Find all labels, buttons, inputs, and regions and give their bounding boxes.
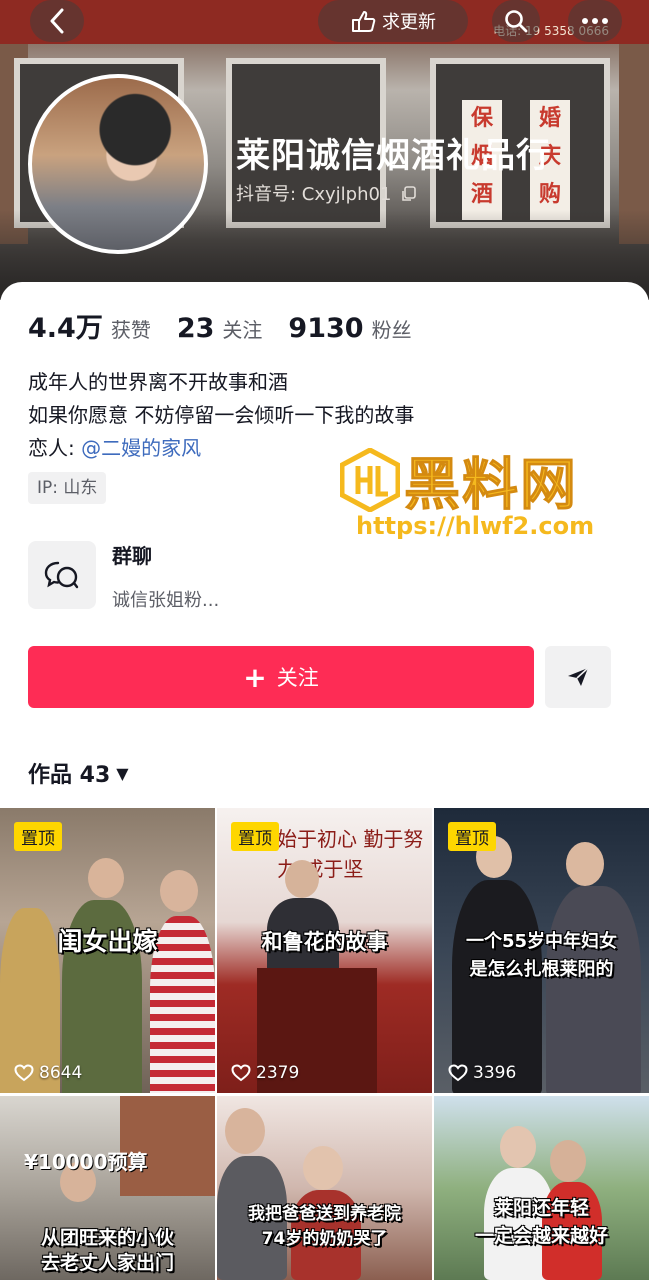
- watermark-logo-icon: [340, 448, 400, 512]
- video-caption: 和鲁花的故事: [261, 930, 388, 954]
- video-likes: 8644: [14, 1063, 82, 1083]
- pinned-badge: 置顶: [14, 822, 62, 851]
- pinned-badge: 置顶: [231, 822, 279, 851]
- request-update-button[interactable]: 求更新: [318, 0, 468, 42]
- avatar[interactable]: [28, 74, 208, 254]
- video-tile[interactable]: 置顶 一个55岁中年妇女 是怎么扎根莱阳的 3396: [434, 808, 649, 1093]
- douyin-id-text: 抖音号: Cxyjlph01: [236, 184, 392, 205]
- bio-line: 成年人的世界离不开故事和酒: [28, 370, 288, 394]
- heart-outline-icon: [448, 1064, 468, 1082]
- back-button[interactable]: [30, 0, 84, 42]
- following-count[interactable]: 23: [177, 313, 215, 344]
- more-dots-icon: [582, 18, 608, 24]
- group-chat-icon: [44, 561, 79, 589]
- follow-button[interactable]: + 关注: [28, 646, 534, 708]
- follow-label: 关注: [276, 666, 319, 690]
- caret-down-icon: ▼: [116, 763, 129, 783]
- followers-count[interactable]: 9130: [288, 313, 363, 344]
- share-button[interactable]: [545, 646, 611, 708]
- video-tile[interactable]: 始于初心 勤于努力 成于坚 置顶 和鲁花的故事 2379: [217, 808, 432, 1093]
- video-likes: 3396: [448, 1063, 516, 1083]
- person-head: [225, 1108, 265, 1154]
- video-caption: 莱阳还年轻 一定会越来越好: [474, 1197, 608, 1247]
- likes-label: 获赞: [110, 318, 151, 342]
- bio-line: 如果你愿意 不妨停留一会倾听一下我的故事: [28, 403, 415, 427]
- stats-row: 4.4万 获赞 23 关注 9130 粉丝: [28, 306, 438, 345]
- more-button[interactable]: [568, 0, 622, 42]
- profile-name: 莱阳诚信烟酒礼品行: [236, 136, 551, 176]
- person-head: [303, 1146, 343, 1190]
- person-head: [566, 842, 604, 886]
- watermark-url: https://hlwf2.com: [356, 512, 595, 540]
- person-figure: [546, 886, 641, 1093]
- person-head: [550, 1140, 586, 1182]
- following-label: 关注: [222, 318, 263, 342]
- watermark-text: 黑料网: [404, 453, 578, 519]
- likes-count: 8644: [39, 1063, 83, 1083]
- video-caption: 闺女出嫁: [57, 927, 158, 956]
- person-head: [500, 1126, 536, 1168]
- group-chat-button[interactable]: [28, 541, 96, 609]
- group-chat-subtitle: 诚信张姐粉...: [112, 590, 220, 611]
- likes-count[interactable]: 4.4万: [28, 306, 103, 345]
- video-tile[interactable]: 莱阳还年轻 一定会越来越好: [434, 1096, 649, 1280]
- video-tile[interactable]: 我把爸爸送到养老院 74岁的奶奶哭了: [217, 1096, 432, 1280]
- heart-outline-icon: [231, 1064, 251, 1082]
- video-tile[interactable]: 置顶 闺女出嫁 8644: [0, 808, 215, 1093]
- video-overlay-text: ¥10000预算: [24, 1150, 148, 1174]
- likes-count: 2379: [256, 1063, 300, 1083]
- chevron-left-icon: [50, 8, 64, 34]
- pinned-badge: 置顶: [448, 822, 496, 851]
- followers-label: 粉丝: [371, 318, 412, 342]
- plus-icon: +: [243, 660, 267, 694]
- group-chat-title[interactable]: 群聊: [112, 540, 152, 569]
- person-head: [160, 870, 198, 912]
- video-caption: 我把爸爸送到养老院 74岁的奶奶哭了: [248, 1204, 401, 1249]
- hand-point-icon: [352, 11, 376, 32]
- video-caption: 从团旺来的小伙 去老丈人家出门: [40, 1227, 174, 1274]
- person-head: [285, 860, 319, 898]
- video-likes: 2379: [231, 1063, 299, 1083]
- likes-count: 3396: [473, 1063, 517, 1083]
- search-button[interactable]: [492, 0, 540, 42]
- works-label: 作品 43: [28, 763, 111, 788]
- search-icon: [505, 10, 528, 33]
- ip-tag: IP: 山东: [28, 472, 107, 504]
- person-figure: [452, 880, 542, 1093]
- request-update-label: 求更新: [382, 12, 436, 33]
- video-tile[interactable]: ¥10000预算 从团旺来的小伙 去老丈人家出门: [0, 1096, 215, 1280]
- lover-link[interactable]: @二嫚的家风: [81, 436, 201, 460]
- copy-icon[interactable]: [401, 186, 417, 202]
- send-arrow-icon: [568, 667, 589, 686]
- person-head: [88, 858, 124, 898]
- lover-prefix: 恋人:: [28, 436, 82, 460]
- heart-outline-icon: [14, 1064, 34, 1082]
- video-caption: 一个55岁中年妇女 是怎么扎根莱阳的: [465, 931, 618, 980]
- works-tab[interactable]: 作品 43 ▼: [28, 757, 129, 789]
- douyin-id[interactable]: 抖音号: Cxyjlph01: [236, 180, 417, 206]
